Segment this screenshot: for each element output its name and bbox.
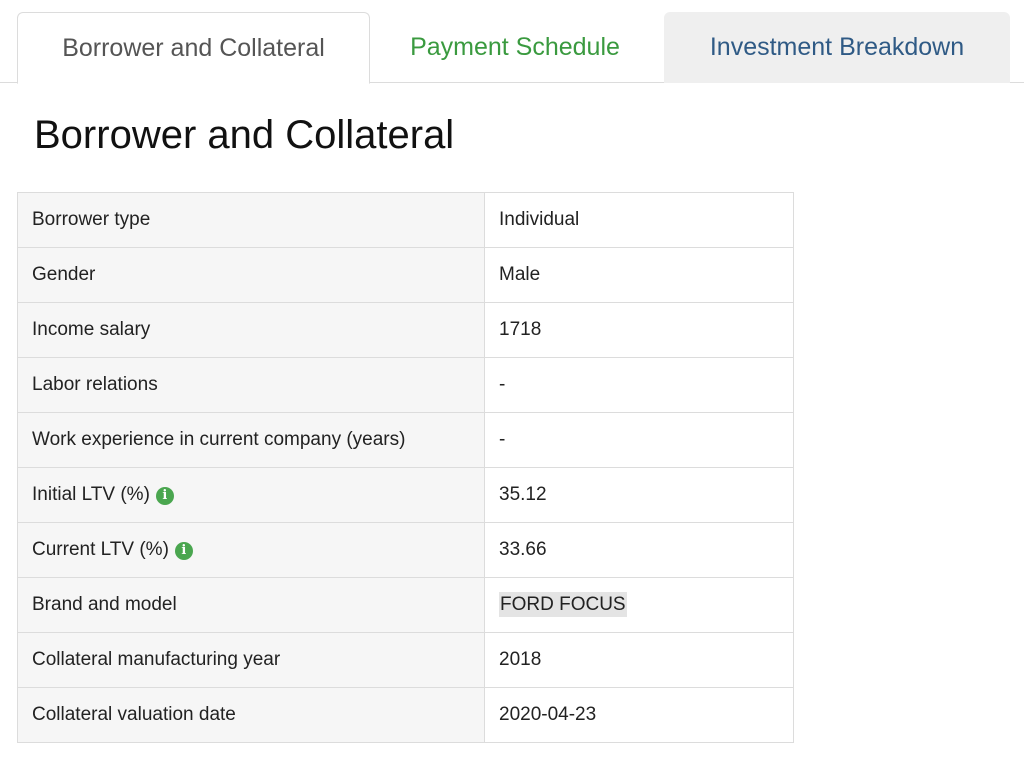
row-label: Initial LTV (%) <box>32 484 150 505</box>
row-label: Borrower type <box>17 192 485 248</box>
row-value: 2018 <box>484 632 794 688</box>
info-icon[interactable]: i <box>155 486 174 505</box>
row-label: Brand and model <box>17 577 485 633</box>
table-row: Work experience in current company (year… <box>17 412 794 468</box>
row-label-cell: Current LTV (%) i <box>17 522 485 578</box>
row-value: - <box>484 412 794 468</box>
tab-bar: Borrower and Collateral Payment Schedule… <box>0 0 1024 84</box>
row-value: 33.66 <box>484 522 794 578</box>
brand-model-highlight: FORD FOCUS <box>499 592 627 617</box>
tab-investment-breakdown[interactable]: Investment Breakdown <box>664 12 1010 83</box>
row-label: Collateral manufacturing year <box>17 632 485 688</box>
tab-borrower-and-collateral[interactable]: Borrower and Collateral <box>17 12 370 84</box>
info-icon[interactable]: i <box>174 541 193 560</box>
row-label: Gender <box>17 247 485 303</box>
row-value: Male <box>484 247 794 303</box>
table-row: Labor relations - <box>17 357 794 413</box>
row-value: 2020-04-23 <box>484 687 794 743</box>
row-value: Individual <box>484 192 794 248</box>
table-row: Income salary 1718 <box>17 302 794 358</box>
row-label: Income salary <box>17 302 485 358</box>
details-table: Borrower type Individual Gender Male Inc… <box>17 192 794 743</box>
row-label-cell: Initial LTV (%) i <box>17 467 485 523</box>
tab-payment-schedule[interactable]: Payment Schedule <box>370 12 660 83</box>
section-title: Borrower and Collateral <box>34 113 455 157</box>
row-value: - <box>484 357 794 413</box>
table-row: Gender Male <box>17 247 794 303</box>
table-row: Current LTV (%) i 33.66 <box>17 522 794 578</box>
table-row: Collateral manufacturing year 2018 <box>17 632 794 688</box>
table-row: Collateral valuation date 2020-04-23 <box>17 687 794 743</box>
row-label: Work experience in current company (year… <box>17 412 485 468</box>
table-row: Brand and model FORD FOCUS <box>17 577 794 633</box>
row-label: Labor relations <box>17 357 485 413</box>
row-value: 1718 <box>484 302 794 358</box>
row-label: Collateral valuation date <box>17 687 485 743</box>
row-value: 35.12 <box>484 467 794 523</box>
table-row: Initial LTV (%) i 35.12 <box>17 467 794 523</box>
row-value-cell: FORD FOCUS <box>484 577 794 633</box>
row-label: Current LTV (%) <box>32 539 169 560</box>
table-row: Borrower type Individual <box>17 192 794 248</box>
